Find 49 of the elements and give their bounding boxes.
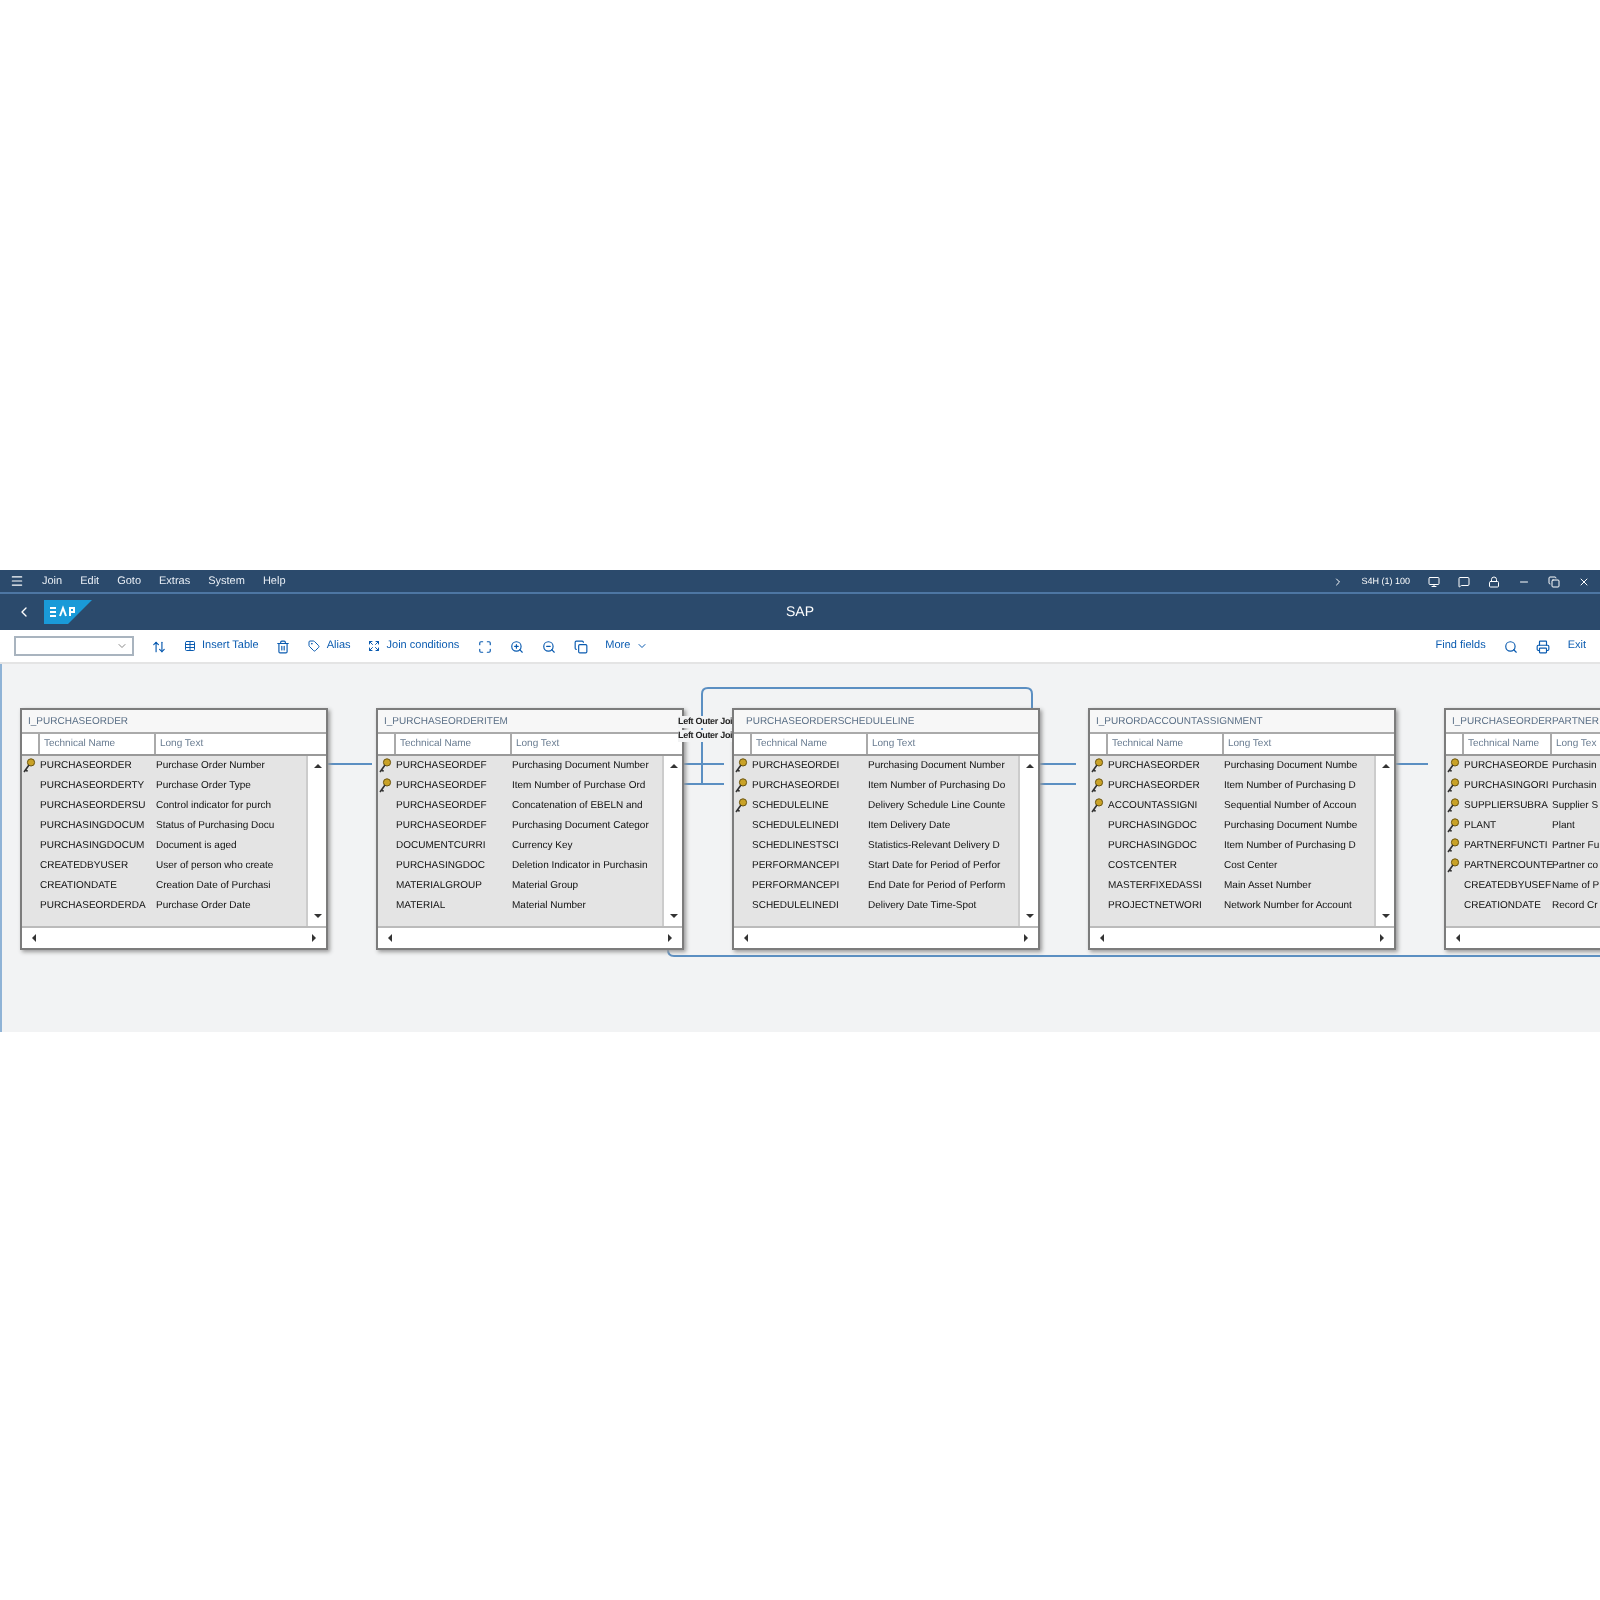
key-icon (734, 778, 748, 794)
printer-icon[interactable] (1535, 639, 1550, 653)
key-icon (1090, 778, 1104, 794)
vertical-scrollbar[interactable] (1374, 756, 1394, 926)
search-icon[interactable] (1503, 639, 1518, 653)
horizontal-scrollbar[interactable] (734, 926, 1038, 948)
key-icon (378, 778, 392, 794)
monitor-icon[interactable] (1428, 575, 1440, 587)
close-icon[interactable] (1578, 575, 1590, 587)
frame-icon[interactable] (477, 639, 492, 653)
key-icon (1090, 758, 1104, 774)
restore-icon[interactable] (1548, 575, 1560, 587)
vertical-scrollbar[interactable] (1018, 756, 1038, 926)
logo-icon (44, 600, 92, 624)
table-card[interactable] (1088, 708, 1396, 950)
key-icon (1446, 818, 1460, 834)
zoom-out-icon[interactable] (541, 639, 556, 653)
key-icon (734, 798, 748, 814)
vertical-scrollbar[interactable] (662, 756, 682, 926)
key-icon (1446, 758, 1460, 774)
chevron-down-icon (636, 640, 649, 652)
minimize-icon[interactable] (1518, 575, 1530, 587)
table-icon (184, 640, 196, 652)
tag-icon (308, 640, 321, 652)
horizontal-scrollbar[interactable] (22, 926, 326, 948)
trash-icon[interactable] (276, 639, 291, 653)
key-icon (1090, 798, 1104, 814)
copy-icon[interactable] (573, 639, 588, 653)
key-icon (1446, 838, 1460, 854)
table-card[interactable] (20, 708, 328, 950)
menu-icon[interactable] (10, 574, 24, 588)
key-icon (734, 758, 748, 774)
lock-icon[interactable] (1488, 575, 1500, 587)
chevron-down-icon (116, 640, 128, 652)
horizontal-scrollbar[interactable] (1090, 926, 1394, 948)
vertical-scrollbar[interactable] (306, 756, 326, 926)
dropdown-field[interactable] (14, 636, 134, 656)
back-icon[interactable] (16, 604, 32, 620)
table-card[interactable] (732, 708, 1040, 950)
key-icon (1446, 778, 1460, 794)
key-icon (378, 758, 392, 774)
horizontal-scrollbar[interactable] (378, 926, 682, 948)
key-icon (22, 758, 36, 774)
message-icon[interactable] (1458, 575, 1470, 587)
key-icon (1446, 798, 1460, 814)
chevron-right-icon[interactable] (1331, 575, 1344, 587)
key-icon (1446, 858, 1460, 874)
zoom-in-icon[interactable] (509, 639, 524, 653)
sort-arrows-icon[interactable] (152, 639, 166, 653)
